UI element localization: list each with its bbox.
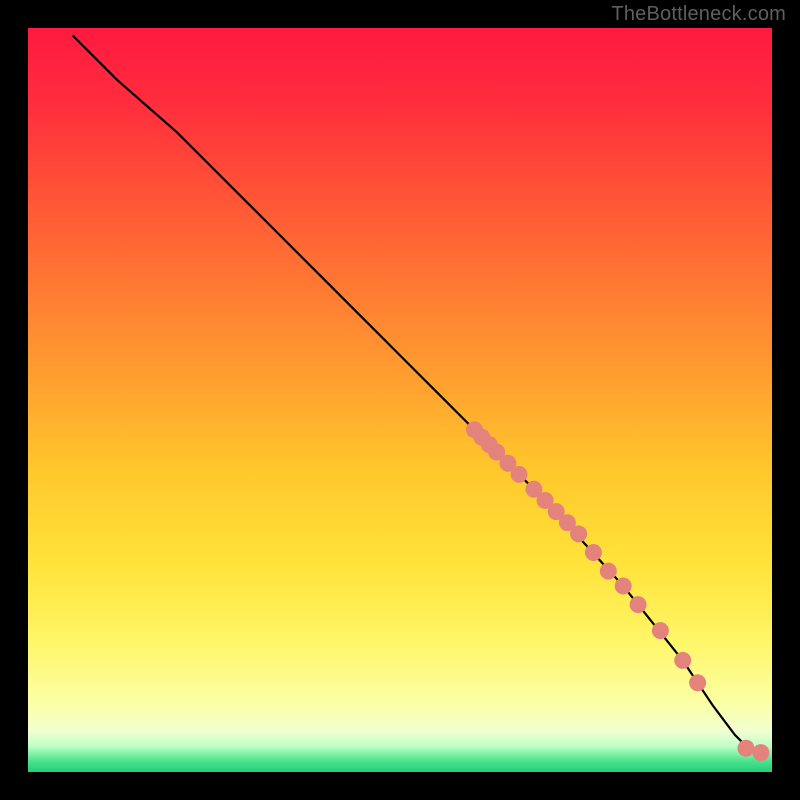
chart-root: TheBottleneck.com [0, 0, 800, 800]
data-marker [600, 563, 617, 580]
data-marker [585, 544, 602, 561]
data-marker [652, 622, 669, 639]
data-marker [630, 596, 647, 613]
data-marker [511, 466, 528, 483]
data-marker [752, 744, 769, 761]
data-marker [737, 740, 754, 757]
data-marker [689, 674, 706, 691]
data-marker [674, 652, 691, 669]
plot-area [28, 28, 772, 772]
attribution-watermark: TheBottleneck.com [611, 3, 786, 26]
bottleneck-chart [0, 0, 800, 800]
data-marker [615, 578, 632, 595]
data-marker [570, 525, 587, 542]
